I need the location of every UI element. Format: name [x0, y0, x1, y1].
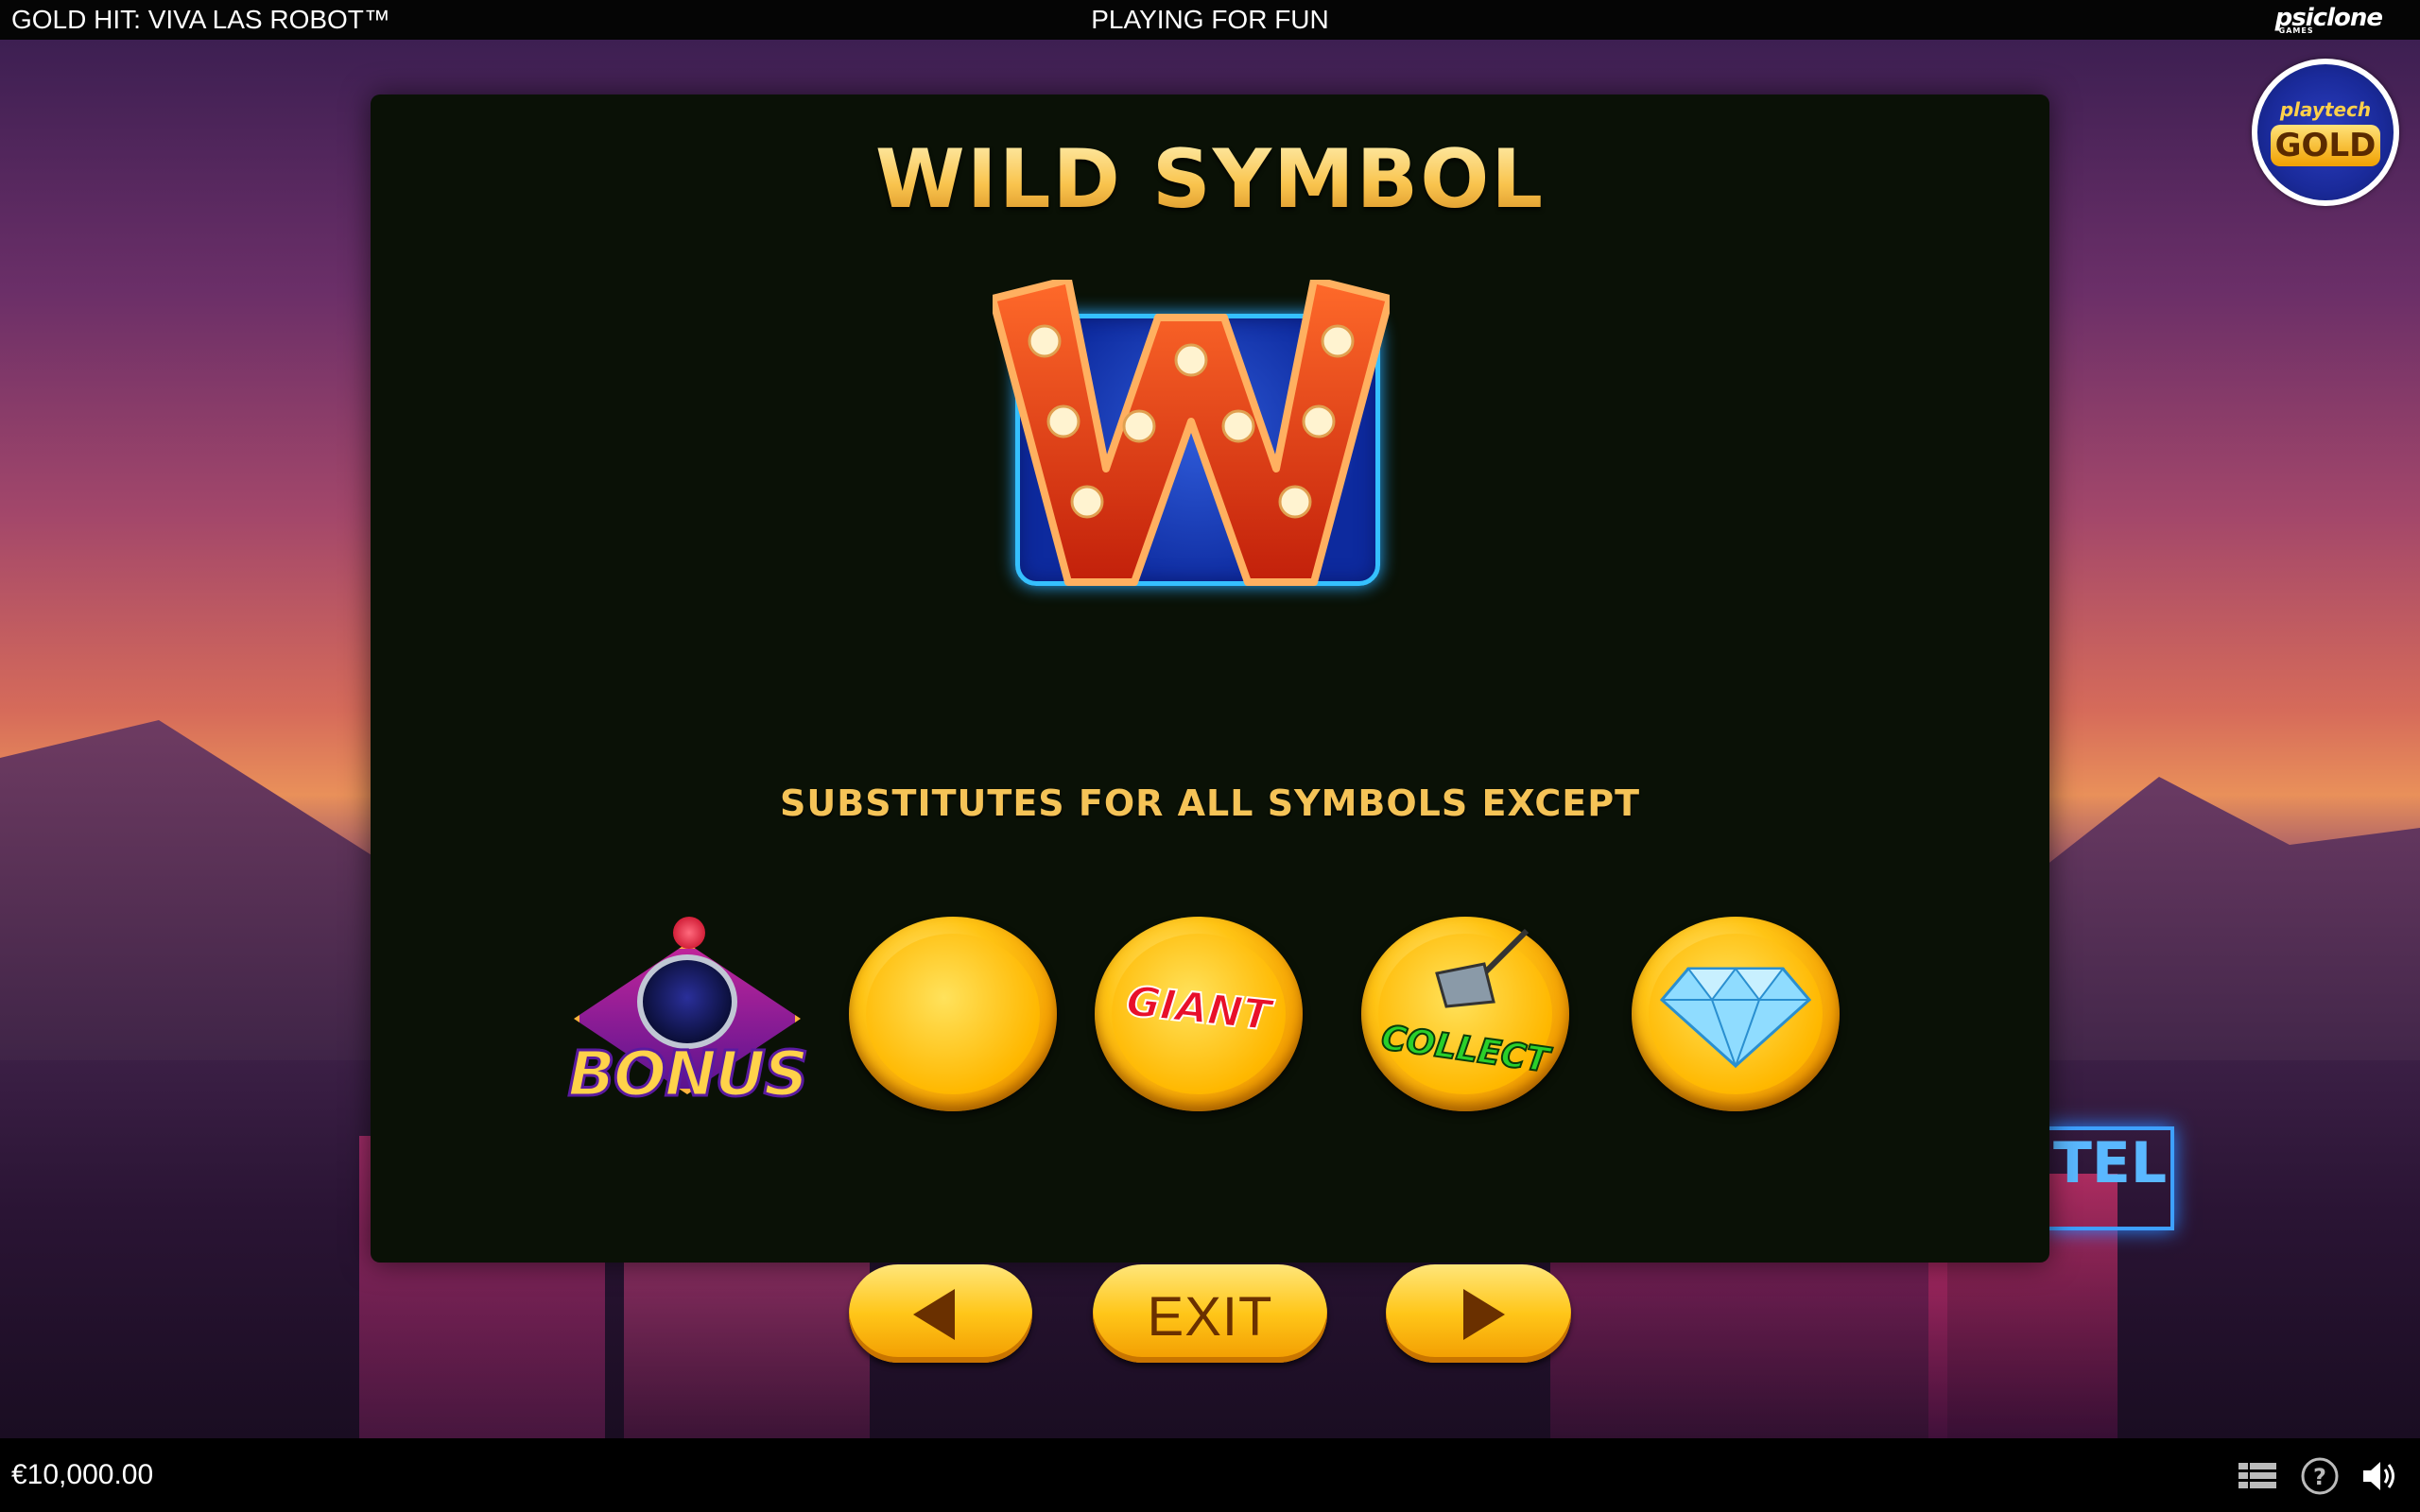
badge-brand-text: playtech	[2279, 98, 2372, 121]
wild-description: SUBSTITUTES FOR ALL SYMBOLS EXCEPT	[780, 782, 1640, 824]
balance-display: €10,000.00	[11, 1459, 154, 1490]
menu-icon[interactable]	[2237, 1455, 2278, 1497]
svg-text:?: ?	[2313, 1464, 2326, 1490]
collect-coin-symbol: COLLECT	[1361, 917, 1569, 1111]
top-bar: GOLD HIT: VIVA LAS ROBOT™ PLAYING FOR FU…	[0, 0, 2420, 40]
exit-label: EXIT	[1147, 1286, 1273, 1348]
diamond-coin-symbol	[1632, 917, 1840, 1111]
exit-button[interactable]: EXIT	[1093, 1264, 1327, 1363]
diamond-icon	[1660, 967, 1811, 1068]
bonus-light-icon	[673, 917, 705, 949]
giant-coin-symbol: GIANT	[1095, 917, 1303, 1111]
mountain-left	[0, 720, 397, 1098]
shovel-icon	[1435, 928, 1530, 1008]
coin-face	[866, 934, 1040, 1094]
play-mode-label: PLAYING FOR FUN	[1091, 5, 1329, 34]
arrow-right-icon	[1463, 1289, 1505, 1340]
robot-icon	[637, 954, 737, 1049]
provider-logo: psiclone GAMES	[2275, 4, 2383, 35]
previous-page-button[interactable]	[849, 1264, 1032, 1363]
playtech-gold-badge: playtech GOLD	[2252, 59, 2399, 206]
wild-symbol-icon	[993, 280, 1390, 586]
paytable-panel: WILD SYMBOL SUBSTITUTES FOR ALL SYMBOLS …	[371, 94, 2049, 1263]
badge-gold-text: GOLD	[2271, 125, 2380, 166]
bottom-bar: €10,000.00 ?	[0, 1438, 2420, 1512]
gold-coin-symbol	[849, 917, 1057, 1111]
hotel-neon-sign: TEL	[2042, 1126, 2174, 1230]
next-page-button[interactable]	[1386, 1264, 1571, 1363]
help-icon[interactable]: ?	[2299, 1455, 2341, 1497]
arrow-left-icon	[913, 1289, 955, 1340]
sound-icon[interactable]	[2360, 1455, 2401, 1497]
page-title: WILD SYMBOL	[371, 132, 2049, 227]
excluded-symbols-list: BONUS GIANT COLLECT	[371, 907, 2049, 1210]
bonus-symbol: BONUS	[550, 917, 824, 1134]
bonus-label: BONUS	[566, 1037, 810, 1112]
